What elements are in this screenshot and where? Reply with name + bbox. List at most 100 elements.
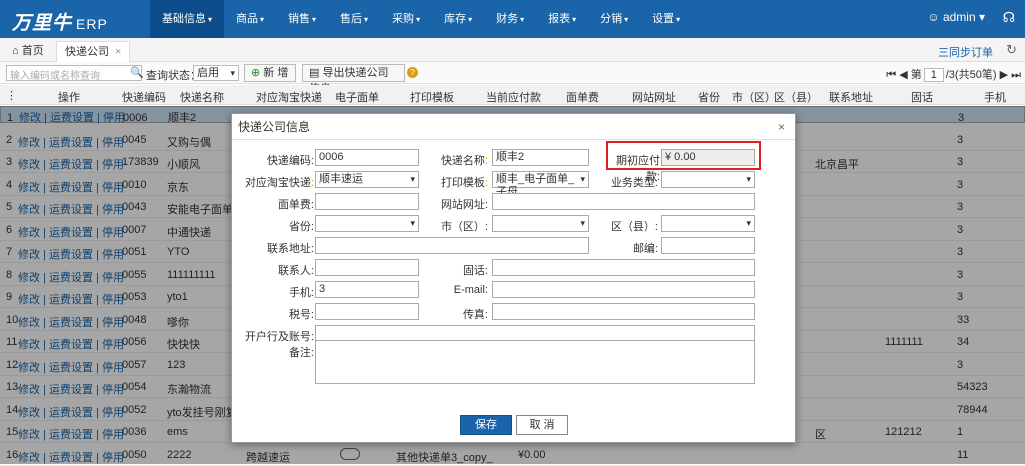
district-label: 区（县）:	[610, 221, 658, 233]
fax-label: 传真:	[462, 309, 488, 321]
column-header-0[interactable]: 操作	[58, 89, 80, 105]
zip-field[interactable]	[661, 237, 755, 254]
city-label: 市（区）:	[440, 221, 488, 233]
help-icon[interactable]: ?	[407, 67, 418, 78]
site-label: 网站网址:	[440, 199, 488, 211]
page-input[interactable]: 1	[923, 68, 944, 82]
template-select[interactable]: 顺丰_电子面单_子母 ▾	[492, 171, 589, 198]
tel-field[interactable]	[492, 259, 755, 276]
tab-home[interactable]: ⌂ 首页	[4, 41, 52, 62]
main-nav: 基础信息 ▾ 商品 ▾ 销售 ▾ 售后 ▾ 采购 ▾ 库存 ▾ 财务 ▾ 报表 ▾ 分销 ▾ 设置 ▾	[150, 0, 692, 38]
column-header-14[interactable]: 手机	[984, 89, 1006, 105]
column-header-13[interactable]: 固话	[911, 89, 933, 105]
note-label: 备注:	[288, 347, 314, 359]
status-select[interactable]: 启用 ▾	[193, 65, 239, 81]
nav-item-1[interactable]: 商品 ▾	[224, 0, 276, 38]
export-icon: ▤	[309, 67, 320, 79]
close-tab-icon[interactable]: ×	[115, 46, 121, 58]
row-index-header: ⋮	[6, 90, 17, 102]
prev-page-icon[interactable]: ◀	[899, 69, 907, 81]
add-button[interactable]: ⊕ 新 增	[244, 64, 296, 82]
column-header-3[interactable]: 对应淘宝快递	[256, 89, 322, 105]
support-icon[interactable]: ☊	[1003, 9, 1015, 26]
express-company-dialog: 快递公司信息 × 快递编码: 0006 快递名称: 顺丰2 期初应付款: ¥ 0…	[231, 113, 796, 443]
column-header-7[interactable]: 面单费	[566, 89, 599, 105]
name-field[interactable]: 顺丰2	[492, 149, 589, 166]
contact-field[interactable]	[315, 259, 419, 276]
search-icon[interactable]: 🔍	[130, 66, 144, 79]
column-header-6[interactable]: 当前应付款	[486, 89, 541, 105]
close-icon[interactable]: ×	[778, 120, 785, 134]
save-button[interactable]: 保存	[460, 415, 512, 435]
nav-item-8[interactable]: 分销 ▾	[588, 0, 640, 38]
search-input[interactable]: 输入编码或名称查询	[6, 65, 142, 82]
nav-item-4[interactable]: 采购 ▾	[380, 0, 432, 38]
prepay-field: ¥ 0.00	[661, 149, 755, 166]
sync-orders-link[interactable]: 三同步订单	[938, 44, 993, 60]
top-bar: 万里牛 ERP 基础信息 ▾ 商品 ▾ 销售 ▾ 售后 ▾ 采购 ▾ 库存 ▾ 财务 ▾ 报表 ▾ 分销 ▾ 设置 ▾ …	[0, 0, 1025, 38]
nav-item-5[interactable]: 库存 ▾	[432, 0, 484, 38]
code-label: 快递编码:	[266, 155, 314, 167]
tel-label: 固话:	[462, 265, 488, 277]
template-label: 打印模板:	[440, 177, 488, 189]
tab-express-company[interactable]: 快递公司 ×	[56, 41, 131, 62]
cancel-button[interactable]: 取 消	[516, 415, 568, 435]
grid-header: ⋮ 操作 快递编码 快递名称 对应淘宝快递 电子面单 打印模板 当前应付款 面单费 网站网址 省份市…	[0, 85, 1025, 105]
export-button[interactable]: ▤ 导出快递公司信息	[302, 64, 405, 95]
mobile-field[interactable]: 3	[315, 281, 419, 298]
site-field[interactable]	[492, 193, 755, 210]
taobao-select[interactable]: 顺丰速运 ▾	[315, 171, 419, 188]
column-header-12[interactable]: 联系地址	[829, 89, 873, 105]
next-page-icon[interactable]: ▶	[1000, 69, 1008, 81]
zip-label: 邮编:	[632, 243, 658, 255]
first-page-icon[interactable]: ⏮	[886, 69, 896, 81]
nav-item-9[interactable]: 设置 ▾	[640, 0, 692, 38]
name-label: 快递名称:	[440, 155, 488, 167]
mobile-label: 手机:	[288, 287, 314, 299]
column-header-5[interactable]: 打印模板	[410, 89, 454, 105]
city-select[interactable]: ▾	[492, 215, 589, 232]
column-header-8[interactable]: 网站网址	[632, 89, 676, 105]
nav-item-0[interactable]: 基础信息 ▾	[150, 0, 225, 38]
email-field[interactable]	[492, 281, 755, 298]
tab-bar: ⌂ 首页 快递公司 × 三同步订单 ↻	[0, 38, 1025, 62]
plus-icon: ⊕	[251, 67, 261, 79]
district-select[interactable]: ▾	[661, 215, 755, 232]
toolbar: 输入编码或名称查询 🔍 查询状态： 启用▾ ⊕ 新 增 ▤ 导出快递公司信息 ?…	[0, 62, 1025, 95]
nav-item-2[interactable]: 销售 ▾	[276, 0, 328, 38]
email-label: E-mail:	[453, 284, 488, 296]
dialog-title: 快递公司信息	[232, 114, 795, 140]
tax-field[interactable]	[315, 303, 419, 320]
column-header-4[interactable]: 电子面单	[335, 89, 379, 105]
refresh-icon[interactable]: ↻	[1006, 42, 1017, 58]
user-menu[interactable]: ☺ admin ▾	[927, 10, 985, 24]
column-header-1[interactable]: 快递编码	[122, 89, 166, 105]
nav-item-7[interactable]: 报表 ▾	[536, 0, 588, 38]
taobao-label: 对应淘宝快递:	[244, 177, 314, 189]
bank-label: 开户行及账号:	[244, 331, 314, 343]
fee-label: 面单费:	[277, 199, 314, 211]
brand-logo[interactable]: 万里牛 ERP	[12, 8, 108, 35]
biz-type-label: 业务类型:	[610, 177, 658, 189]
user-icon: ☺	[927, 10, 940, 24]
column-header-11[interactable]: 区（县）	[774, 89, 818, 105]
pager: ⏮ ◀ 第 1/3(共50笔) ▶ ⏭	[886, 68, 1021, 82]
biz-type-select[interactable]: ▾	[661, 171, 755, 188]
note-field[interactable]	[315, 340, 755, 384]
nav-item-6[interactable]: 财务 ▾	[484, 0, 536, 38]
home-icon: ⌂	[12, 45, 19, 57]
address-label: 联系地址:	[266, 243, 314, 255]
column-header-9[interactable]: 省份	[698, 89, 720, 105]
contact-label: 联系人:	[277, 265, 314, 277]
address-field[interactable]	[315, 237, 589, 254]
last-page-icon[interactable]: ⏭	[1011, 69, 1021, 81]
code-field[interactable]: 0006	[315, 149, 419, 166]
column-header-2[interactable]: 快递名称	[180, 89, 224, 105]
province-select[interactable]: ▾	[315, 215, 419, 232]
province-label: 省份:	[288, 221, 314, 233]
tax-label: 税号:	[288, 309, 314, 321]
fee-field[interactable]	[315, 193, 419, 210]
column-header-10[interactable]: 市（区）	[732, 89, 776, 105]
fax-field[interactable]	[492, 303, 755, 320]
nav-item-3[interactable]: 售后 ▾	[328, 0, 380, 38]
